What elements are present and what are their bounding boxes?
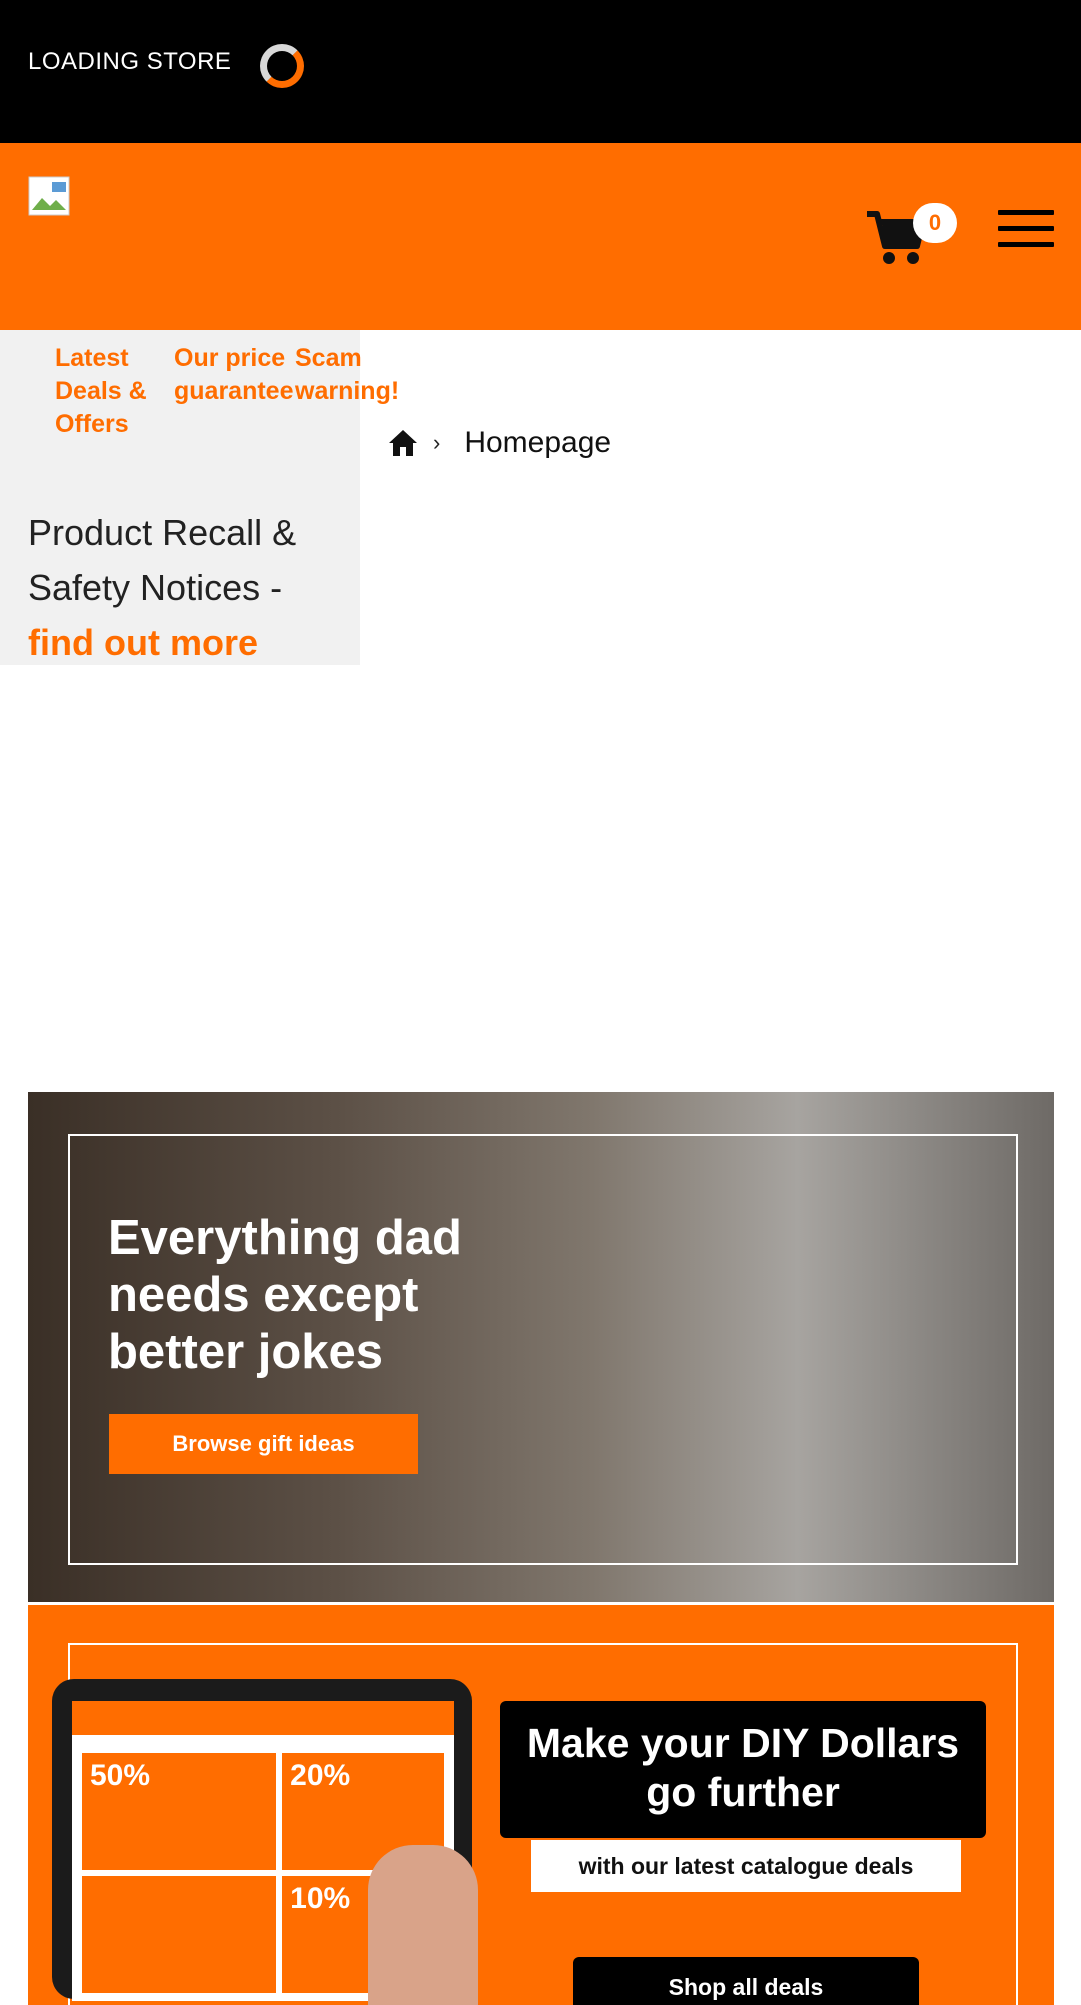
logo-broken-image-icon[interactable] [28, 176, 70, 216]
loading-text: LOADING STORE [28, 48, 232, 75]
home-icon[interactable] [387, 427, 419, 459]
nav-link-price-guarantee[interactable]: Our price guarantee [174, 342, 304, 408]
hamburger-icon[interactable] [998, 210, 1054, 248]
banner-subline: with our latest catalogue deals [531, 1840, 961, 1892]
recall-notice: Product Recall & Safety Notices - find o… [28, 505, 348, 670]
breadcrumb-current: Homepage [464, 426, 612, 459]
hand-image [368, 1845, 478, 2005]
cart-count-badge[interactable]: 0 [913, 203, 957, 243]
shop-all-deals-button[interactable]: Shop all deals [573, 1957, 919, 2005]
nav-link-latest-deals[interactable]: Latest Deals & Offers [55, 342, 165, 441]
catalogue-deals-banner[interactable]: 50% 20% 10% Make your DIY Dollars go fur… [28, 1605, 1054, 2005]
banner-headline: Make your DIY Dollars go further [500, 1701, 986, 1838]
tablet-tile: 50% [82, 1753, 277, 1870]
loading-bar: LOADING STORE [0, 0, 1081, 143]
browse-gift-ideas-button[interactable]: Browse gift ideas [109, 1414, 418, 1474]
tablet-tile [82, 1876, 277, 1993]
breadcrumb-separator: › [433, 430, 441, 455]
breadcrumb: › Homepage [387, 423, 611, 463]
recall-find-out-more-link[interactable]: find out more [28, 622, 258, 663]
spinner-icon [260, 44, 304, 88]
banner-title: Everything dad needs except better jokes [108, 1211, 462, 1379]
site-header: 0 [0, 143, 1081, 330]
fathers-day-banner[interactable]: Everything dad needs except better jokes… [28, 1092, 1054, 1602]
recall-text: Product Recall & Safety Notices - [28, 512, 297, 608]
nav-link-scam-warning[interactable]: Scam warning! [295, 342, 425, 408]
